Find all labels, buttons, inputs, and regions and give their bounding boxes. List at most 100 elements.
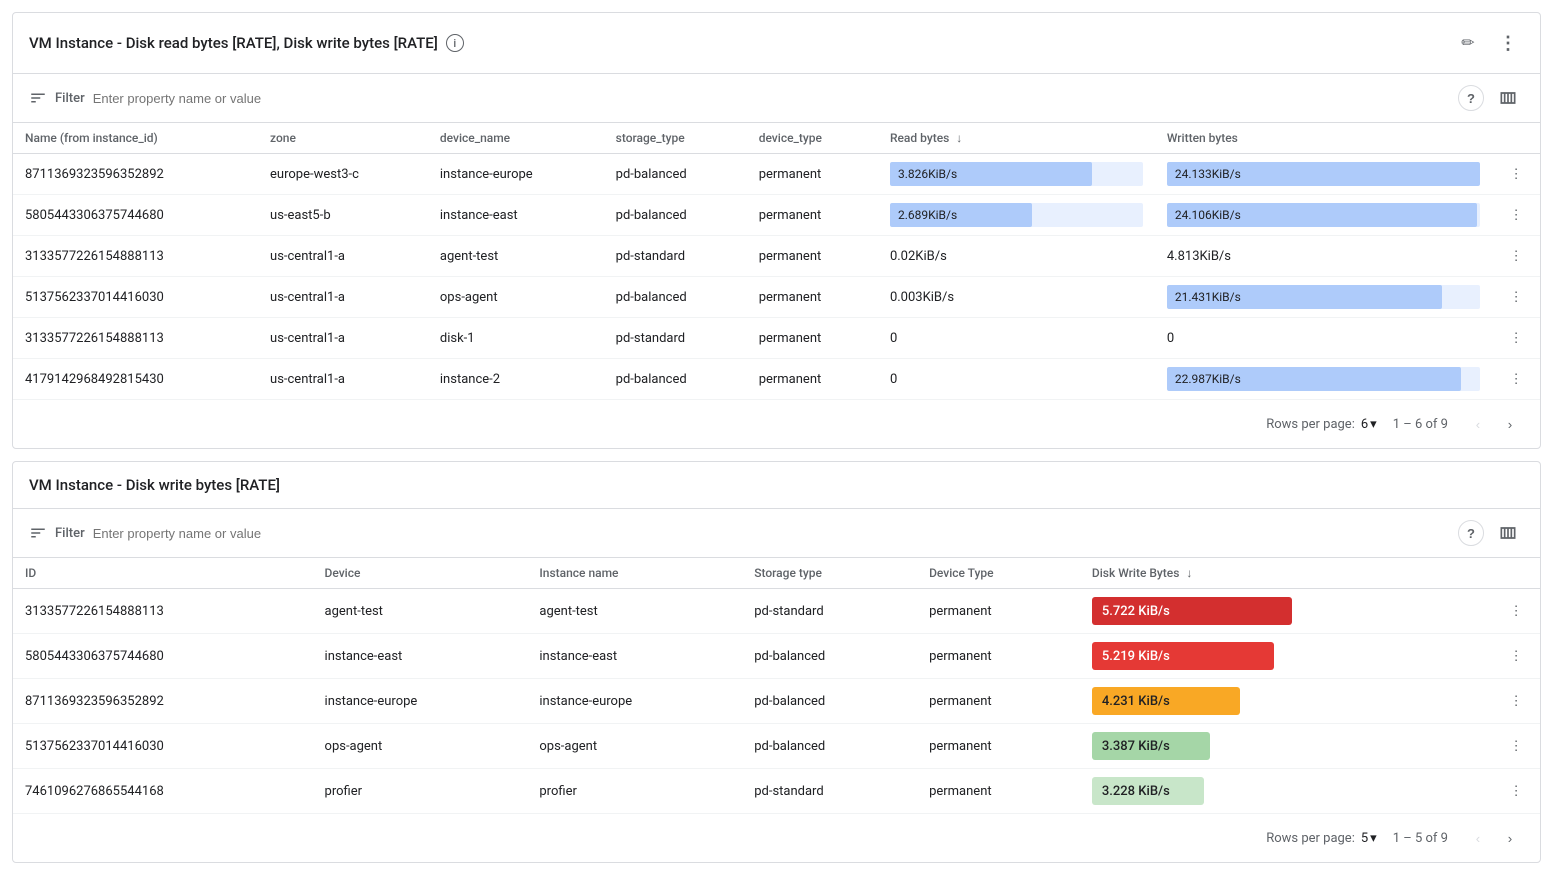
cell-row-menu: ⋮ [1492,236,1540,277]
cell2-device: agent-test [313,589,528,634]
row-menu-button2[interactable]: ⋮ [1504,734,1528,758]
cell2-disk-write: 4.231 KiB/s [1080,679,1492,724]
cell-device-type: permanent [747,195,878,236]
row-menu-button2[interactable]: ⋮ [1504,599,1528,623]
panel2: VM Instance - Disk write bytes [RATE] Fi… [12,461,1541,863]
cell-name: 8711369323596352892 [13,154,258,195]
panel2-table: ID Device Instance name Storage type Dev… [13,558,1540,814]
panel1-columns-button[interactable] [1492,82,1524,114]
panel1-header: VM Instance - Disk read bytes [RATE], Di… [13,13,1540,74]
cell2-storage-type: pd-balanced [742,724,917,769]
row-menu-button2[interactable]: ⋮ [1504,779,1528,803]
cell2-storage-type: pd-standard [742,589,917,634]
panel2-table-row: 3133577226154888113 agent-test agent-tes… [13,589,1540,634]
cell-name: 5137562337014416030 [13,277,258,318]
col-name: Name (from instance_id) [13,123,258,154]
cell-written-bytes: 24.133KiB/s [1155,154,1492,195]
row-menu-button[interactable]: ⋮ [1504,326,1528,350]
cell2-disk-write: 5.219 KiB/s [1080,634,1492,679]
disk-write-bar: 5.722 KiB/s [1092,597,1292,625]
cell-row-menu: ⋮ [1492,318,1540,359]
panel1-edit-button[interactable]: ✏ [1452,27,1484,59]
col2-disk-write[interactable]: Disk Write Bytes ↓ [1080,558,1492,589]
cell-zone: us-east5-b [258,195,428,236]
panel1-more-button[interactable]: ⋮ [1492,27,1524,59]
sort-down-icon: ↓ [956,131,962,145]
cell2-row-menu: ⋮ [1492,679,1540,724]
cell-written-bytes: 24.106KiB/s [1155,195,1492,236]
panel1-table-row: 3133577226154888113 us-central1-a disk-1… [13,318,1540,359]
col-read-bytes[interactable]: Read bytes ↓ [878,123,1155,154]
cell2-device-type: permanent [917,679,1080,724]
cell2-row-menu: ⋮ [1492,589,1540,634]
panel2-next-button[interactable]: › [1496,824,1524,852]
cell2-id: 5137562337014416030 [13,724,313,769]
panel1-header-actions: ✏ ⋮ [1452,27,1524,59]
cell-zone: us-central1-a [258,318,428,359]
cell-zone: us-central1-a [258,277,428,318]
row-menu-button2[interactable]: ⋮ [1504,644,1528,668]
panel2-table-row: 5137562337014416030 ops-agent ops-agent … [13,724,1540,769]
row-menu-button[interactable]: ⋮ [1504,162,1528,186]
panel2-table-row: 5805443306375744680 instance-east instan… [13,634,1540,679]
panel1-rows-select[interactable]: 6 ▾ [1361,417,1377,432]
panel1-rows-per-page: Rows per page: 6 ▾ [1266,417,1377,432]
panel2-help-button[interactable]: ? [1458,520,1484,546]
panel1-table-row: 5805443306375744680 us-east5-b instance-… [13,195,1540,236]
filter-label: Filter [55,91,85,106]
cell2-row-menu: ⋮ [1492,769,1540,814]
cell2-row-menu: ⋮ [1492,634,1540,679]
col-written-bytes: Written bytes [1155,123,1492,154]
panel1-filter-help: ? [1458,82,1524,114]
panel2-filter-input[interactable] [93,526,1450,541]
filter-icon [29,89,47,107]
cell-device-name: ops-agent [428,277,604,318]
cell2-id: 8711369323596352892 [13,679,313,724]
panel1-filter-input[interactable] [93,91,1450,106]
row-menu-button[interactable]: ⋮ [1504,367,1528,391]
cell2-device: instance-east [313,634,528,679]
row-menu-button[interactable]: ⋮ [1504,203,1528,227]
cell2-id: 3133577226154888113 [13,589,313,634]
col2-instance-name: Instance name [527,558,742,589]
panel2-thead-row: ID Device Instance name Storage type Dev… [13,558,1540,589]
cell-storage-type: pd-standard [604,236,747,277]
panel2-filter-bar: Filter ? [13,509,1540,558]
panel2-filter-label: Filter [55,526,85,541]
panel2-page-info: 1 – 5 of 9 [1393,831,1448,846]
cell2-storage-type: pd-balanced [742,679,917,724]
col2-actions [1492,558,1540,589]
cell2-disk-write: 3.387 KiB/s [1080,724,1492,769]
panel1-info-icon[interactable]: i [446,34,464,52]
panel2-rows-select[interactable]: 5 ▾ [1361,831,1377,846]
col2-storage-type: Storage type [742,558,917,589]
col-actions [1492,123,1540,154]
col2-device-type: Device Type [917,558,1080,589]
disk-write-bar: 4.231 KiB/s [1092,687,1240,715]
panel2-title-text: VM Instance - Disk write bytes [RATE] [29,476,280,494]
cell-storage-type: pd-balanced [604,277,747,318]
cell-storage-type: pd-balanced [604,359,747,400]
rows-per-page-label: Rows per page: [1266,417,1355,432]
panel1-prev-button[interactable]: ‹ [1464,410,1492,438]
col-zone: zone [258,123,428,154]
panel1-thead-row: Name (from instance_id) zone device_name… [13,123,1540,154]
row-menu-button2[interactable]: ⋮ [1504,689,1528,713]
row-menu-button[interactable]: ⋮ [1504,244,1528,268]
disk-write-bar: 3.387 KiB/s [1092,732,1210,760]
row-menu-button[interactable]: ⋮ [1504,285,1528,309]
col-device-type: device_type [747,123,878,154]
cell2-device-type: permanent [917,724,1080,769]
cell2-id: 5805443306375744680 [13,634,313,679]
panel1-help-button[interactable]: ? [1458,85,1484,111]
panel2-columns-button[interactable] [1492,517,1524,549]
col2-id: ID [13,558,313,589]
cell2-device: ops-agent [313,724,528,769]
panel1-page-nav: ‹ › [1464,410,1524,438]
panel1-table-row: 8711369323596352892 europe-west3-c insta… [13,154,1540,195]
panel1-table-row: 4179142968492815430 us-central1-a instan… [13,359,1540,400]
panel2-prev-button[interactable]: ‹ [1464,824,1492,852]
panel1-page-info: 1 – 6 of 9 [1393,417,1448,432]
cell-read-bytes: 0.003KiB/s [878,277,1155,318]
panel1-next-button[interactable]: › [1496,410,1524,438]
